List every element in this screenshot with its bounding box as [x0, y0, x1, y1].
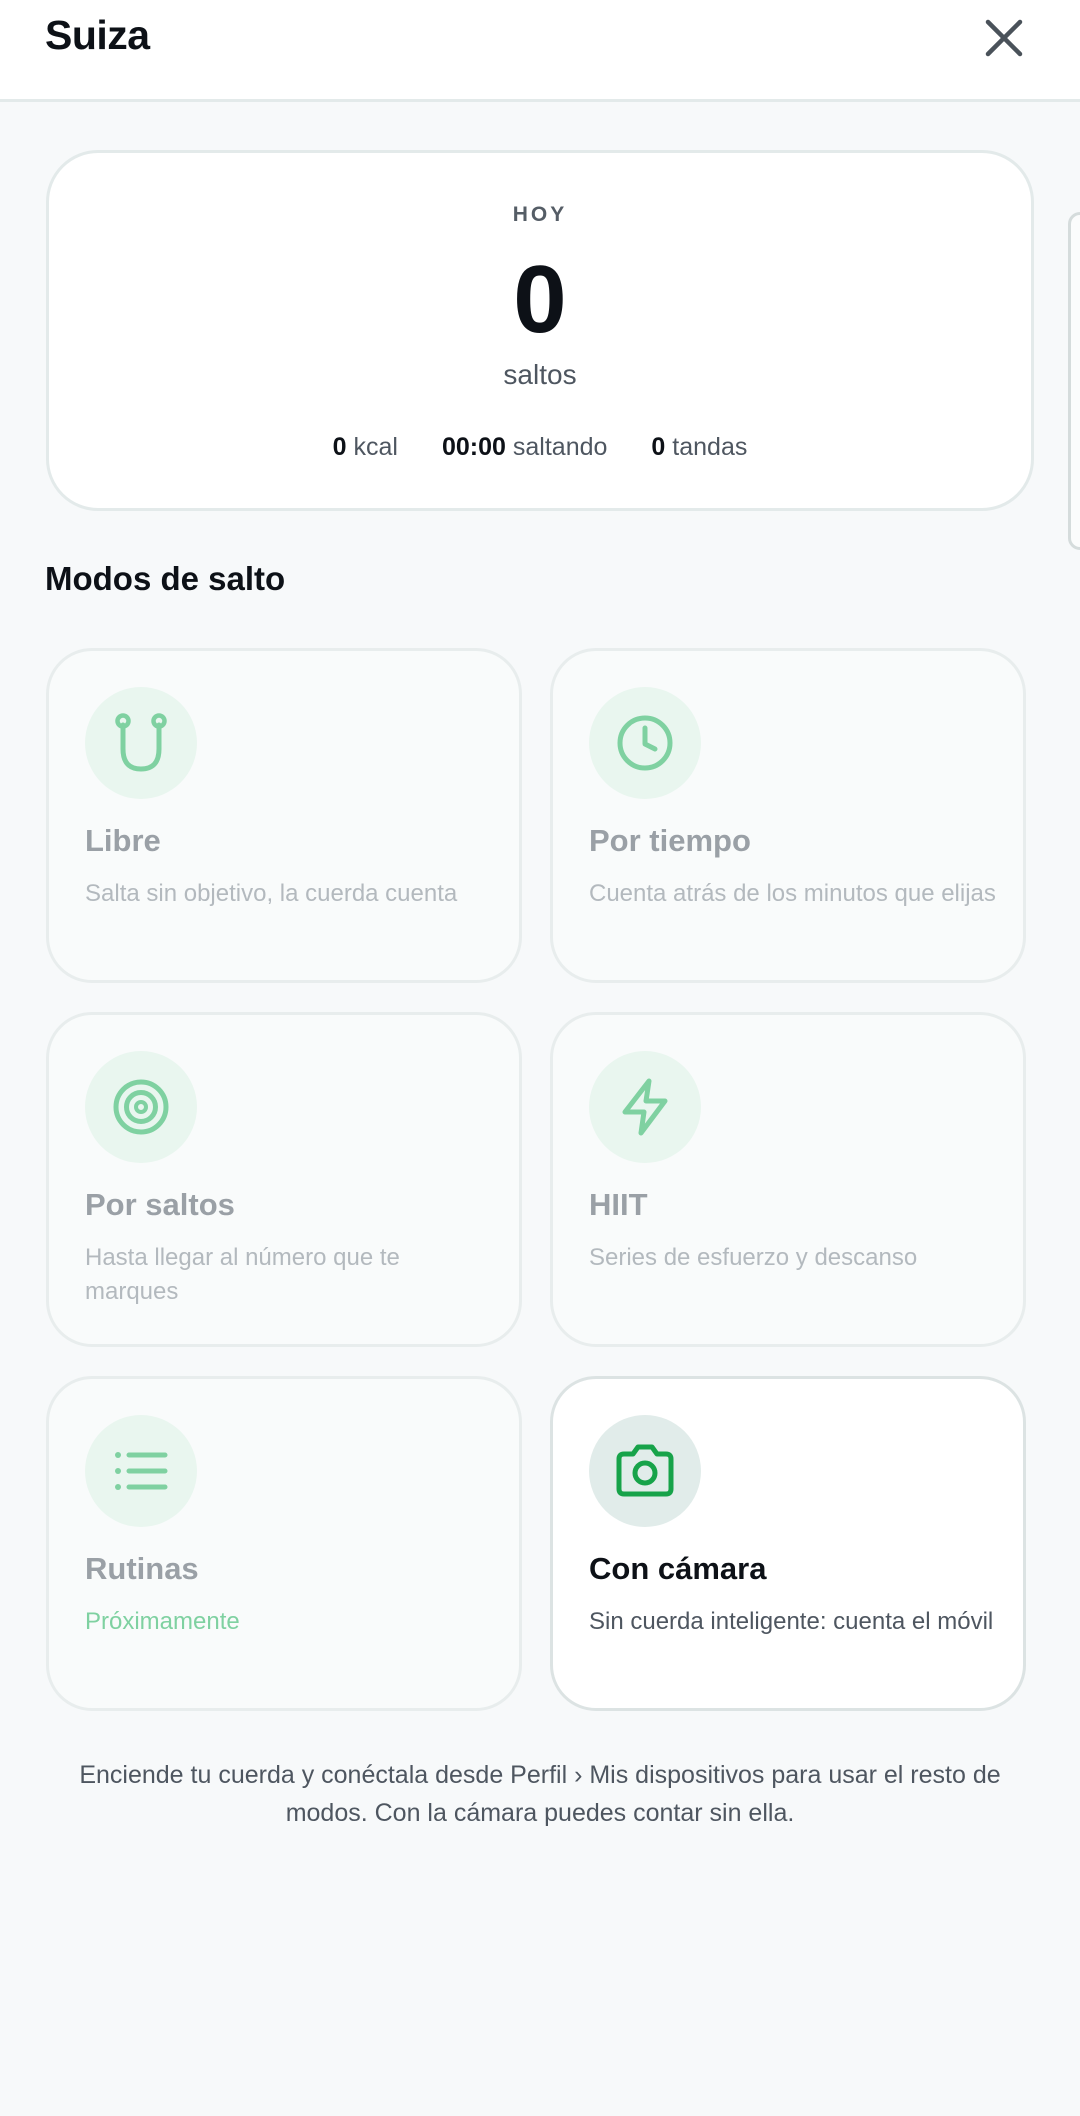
clock-icon	[617, 715, 673, 771]
stat-sets: 0 tandas	[651, 433, 748, 461]
mode-card-libre[interactable]: Libre Salta sin objetivo, la cuerda cuen…	[46, 648, 522, 983]
section-title-modes: Modos de salto	[45, 560, 286, 597]
mode-card-hiit[interactable]: HIIT Series de esfuerzo y descanso	[550, 1012, 1026, 1347]
list-icon	[115, 1452, 168, 1490]
top-bar: Suiza	[0, 0, 1080, 102]
close-icon	[985, 19, 1023, 57]
target-icon	[113, 1079, 169, 1135]
rope-icon	[115, 713, 167, 772]
mode-card-con-camara[interactable]: Con cámara Sin cuerda inteligente: cuent…	[550, 1376, 1026, 1711]
mode-title: Por saltos	[85, 1187, 235, 1222]
today-jump-count: 0	[513, 246, 567, 353]
today-label: HOY	[512, 203, 568, 226]
close-button[interactable]	[980, 14, 1028, 62]
mode-card-por-tiempo[interactable]: Por tiempo Cuenta atrás de los minutos q…	[550, 648, 1026, 983]
mode-description: Hasta llegar al número que te marques	[85, 1244, 400, 1305]
mode-description: Series de esfuerzo y descanso	[589, 1244, 918, 1271]
mode-title: Con cámara	[589, 1551, 767, 1586]
today-summary-card: HOY 0 saltos 0 kcal 00:00 saltando 0 tan…	[46, 150, 1034, 511]
stat-kcal: 0 kcal	[332, 433, 398, 461]
mode-description: Sin cuerda inteligente: cuenta el móvil	[589, 1608, 994, 1635]
mode-title: HIIT	[589, 1187, 648, 1222]
page-title: Suiza	[45, 12, 150, 58]
side-sheet-handle[interactable]	[1068, 212, 1080, 550]
camera-icon	[616, 1444, 674, 1497]
mode-title: Libre	[85, 823, 161, 858]
mode-title: Rutinas	[85, 1551, 199, 1586]
today-stats: 0 kcal 00:00 saltando 0 tandas	[49, 433, 1031, 462]
device-connection-note: Enciende tu cuerda y conéctala desde Per…	[79, 1761, 1001, 1827]
mode-card-por-saltos[interactable]: Por saltos Hasta llegar al número que te…	[46, 1012, 522, 1347]
today-unit-label: saltos	[503, 359, 577, 390]
stat-time: 00:00 saltando	[441, 433, 608, 461]
mode-description: Cuenta atrás de los minutos que elijas	[589, 880, 996, 907]
mode-title: Por tiempo	[589, 823, 751, 858]
mode-card-rutinas[interactable]: Rutinas Próximamente	[46, 1376, 522, 1711]
coming-soon-label: Próximamente	[85, 1608, 240, 1635]
lightning-icon	[622, 1078, 668, 1136]
mode-description: Salta sin objetivo, la cuerda cuenta	[85, 880, 458, 907]
